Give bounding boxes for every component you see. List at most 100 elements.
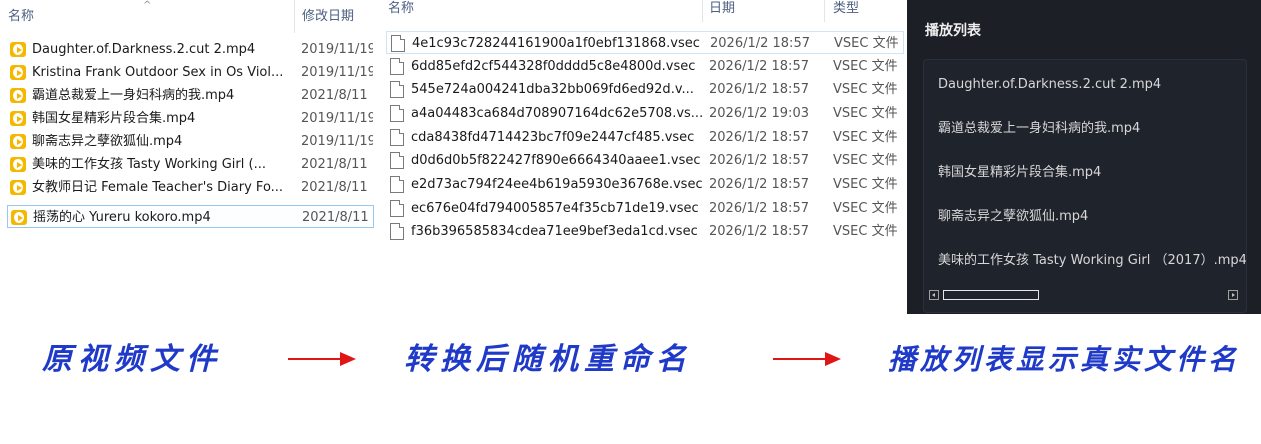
file-date: 2026/1/2 18:57 xyxy=(710,36,810,51)
file-row[interactable]: 6dd85efd2cf544328f0dddd5c8e4800d.vsec 20… xyxy=(386,55,904,78)
file-type: VSEC 文件 xyxy=(833,106,898,121)
file-row[interactable]: 女教师日记 Female Teacher's Diary Fo... 2021/… xyxy=(7,176,374,199)
file-name: 4e1c93c728244161900a1f0ebf131868.vsec xyxy=(412,36,700,51)
mp4-file-icon xyxy=(10,65,26,80)
document-file-icon xyxy=(390,200,404,217)
file-date: 2026/1/2 18:57 xyxy=(709,201,809,216)
file-row-selected[interactable]: 4e1c93c728244161900a1f0ebf131868.vsec 20… xyxy=(386,31,904,54)
document-file-icon xyxy=(390,176,404,193)
document-file-icon xyxy=(390,58,404,75)
file-row[interactable]: 聊斋志异之孽欲狐仙.mp4 2019/11/19 xyxy=(7,130,374,153)
document-file-icon xyxy=(390,129,404,146)
file-row[interactable]: d0d6d0b5f822427f890e6664340aaee1.vsec 20… xyxy=(386,149,904,172)
file-date: 2026/1/2 18:57 xyxy=(709,153,809,168)
column-divider[interactable] xyxy=(702,0,703,22)
playlist-item[interactable]: Daughter.of.Darkness.2.cut 2.mp4 xyxy=(938,74,1246,96)
file-date: 2026/1/2 18:57 xyxy=(709,59,809,74)
file-date: 2026/1/2 19:03 xyxy=(709,106,809,121)
file-date: 2019/11/19 xyxy=(301,42,373,57)
sort-ascending-icon: ^ xyxy=(143,0,152,11)
file-row[interactable]: e2d73ac794f24ee4b619a5930e36768e.vsec 20… xyxy=(386,173,904,196)
playlist-panel: 播放列表 Daughter.of.Darkness.2.cut 2.mp4 霸道… xyxy=(907,0,1261,314)
column-header-name[interactable]: 名称 xyxy=(8,0,34,33)
mp4-file-icon xyxy=(10,42,26,57)
playlist-item[interactable]: 美味的工作女孩 Tasty Working Girl （2017）.mp4 xyxy=(938,250,1246,272)
file-type: VSEC 文件 xyxy=(833,130,898,145)
column-header-name[interactable]: 名称 xyxy=(388,0,414,20)
file-row[interactable]: 美味的工作女孩 Tasty Working Girl (... 2021/8/1… xyxy=(7,153,374,176)
playlist-list: Daughter.of.Darkness.2.cut 2.mp4 霸道总裁爱上一… xyxy=(923,59,1247,313)
file-date: 2026/1/2 18:57 xyxy=(709,177,809,192)
column-header-modified-date[interactable]: 修改日期 xyxy=(302,0,354,33)
file-type: VSEC 文件 xyxy=(833,153,898,168)
file-row[interactable]: Daughter.of.Darkness.2.cut 2.mp4 2019/11… xyxy=(7,38,374,61)
file-date: 2019/11/19 xyxy=(301,111,373,126)
mp4-file-icon xyxy=(10,180,26,195)
file-date: 2026/1/2 18:57 xyxy=(709,224,809,239)
file-row[interactable]: cda8438fd4714423bc7f09e2447cf485.vsec 20… xyxy=(386,126,904,149)
file-row[interactable]: 霸道总裁爱上一身妇科病的我.mp4 2021/8/11 xyxy=(7,84,374,107)
file-type: VSEC 文件 xyxy=(833,201,898,216)
playlist-item[interactable]: 霸道总裁爱上一身妇科病的我.mp4 xyxy=(938,118,1246,140)
file-name: a4a04483ca684d708907164dc62e5708.vs... xyxy=(411,106,703,121)
column-header-date[interactable]: 日期 xyxy=(709,0,735,20)
playlist-item[interactable]: 聊斋志异之孽欲狐仙.mp4 xyxy=(938,206,1246,228)
file-name: 美味的工作女孩 Tasty Working Girl (... xyxy=(32,157,266,172)
file-name: 545e724a004241dba32bb069fd6ed92d.v... xyxy=(411,82,694,97)
file-date: 2026/1/2 18:57 xyxy=(709,130,809,145)
mp4-file-icon xyxy=(10,111,26,126)
file-date: 2019/11/19 xyxy=(301,134,373,149)
file-name: 韩国女星精彩片段合集.mp4 xyxy=(32,111,196,126)
file-date: 2026/1/2 18:57 xyxy=(709,82,809,97)
file-date: 2021/8/11 xyxy=(301,88,368,103)
file-name: cda8438fd4714423bc7f09e2447cf485.vsec xyxy=(411,130,695,145)
file-name: 霸道总裁爱上一身妇科病的我.mp4 xyxy=(32,88,235,103)
file-row[interactable]: ec676e04fd794005857e4f35cb71de19.vsec 20… xyxy=(386,197,904,220)
playlist-item[interactable]: 韩国女星精彩片段合集.mp4 xyxy=(938,162,1246,184)
file-name: 聊斋志异之孽欲狐仙.mp4 xyxy=(32,134,183,149)
file-row[interactable]: f36b396585834cdea71ee9bef3eda1cd.vsec 20… xyxy=(386,220,904,243)
file-name: 女教师日记 Female Teacher's Diary Fo... xyxy=(32,180,284,195)
file-name: 6dd85efd2cf544328f0dddd5c8e4800d.vsec xyxy=(411,59,696,74)
mp4-file-icon xyxy=(10,157,26,172)
original-files-pane: ^ 名称 修改日期 Daughter.of.Darkness.2.cut 2.m… xyxy=(0,0,378,232)
document-file-icon xyxy=(390,81,404,98)
file-row[interactable]: a4a04483ca684d708907164dc62e5708.vs... 2… xyxy=(386,102,904,125)
horizontal-scrollbar[interactable] xyxy=(927,289,1240,303)
document-file-icon xyxy=(390,105,404,122)
renamed-files-pane: 名称 日期 类型 4e1c93c728244161900a1f0ebf13186… xyxy=(383,0,904,250)
caption-playlist-real-names: 播放列表显示真实文件名 xyxy=(888,343,1241,376)
file-row[interactable]: 韩国女星精彩片段合集.mp4 2019/11/19 xyxy=(7,107,374,130)
document-file-icon xyxy=(390,152,404,169)
mp4-file-icon xyxy=(11,210,27,225)
file-date: 2021/8/11 xyxy=(301,157,368,172)
mp4-file-icon xyxy=(10,134,26,149)
file-date: 2021/8/11 xyxy=(302,210,369,225)
document-file-icon xyxy=(390,223,404,240)
scroll-left-icon[interactable] xyxy=(929,290,939,300)
mp4-file-icon xyxy=(10,88,26,103)
file-name: f36b396585834cdea71ee9bef3eda1cd.vsec xyxy=(411,224,698,239)
file-type: VSEC 文件 xyxy=(833,177,898,192)
file-date: 2021/8/11 xyxy=(301,180,368,195)
column-header-type[interactable]: 类型 xyxy=(833,0,859,20)
file-row[interactable]: 545e724a004241dba32bb069fd6ed92d.v... 20… xyxy=(386,78,904,101)
file-type: VSEC 文件 xyxy=(833,59,898,74)
scroll-right-icon[interactable] xyxy=(1228,290,1238,300)
right-arrow-icon xyxy=(773,352,841,366)
file-row-selected[interactable]: 摇荡的心 Yureru kokoro.mp4 2021/8/11 xyxy=(7,205,374,228)
document-file-icon xyxy=(391,35,405,52)
column-divider[interactable] xyxy=(824,0,825,22)
caption-random-rename: 转换后随机重命名 xyxy=(404,342,692,377)
file-row[interactable]: Kristina Frank Outdoor Sex in Os Viol...… xyxy=(7,61,374,84)
scrollbar-thumb[interactable] xyxy=(943,290,1039,300)
file-type: VSEC 文件 xyxy=(833,82,898,97)
file-name: ec676e04fd794005857e4f35cb71de19.vsec xyxy=(411,201,699,216)
playlist-title: 播放列表 xyxy=(925,23,981,39)
right-arrow-icon xyxy=(288,352,356,366)
column-divider[interactable] xyxy=(294,0,295,33)
file-name: e2d73ac794f24ee4b619a5930e36768e.vsec xyxy=(411,177,703,192)
caption-original-files: 原视频文件 xyxy=(42,342,222,377)
file-type: VSEC 文件 xyxy=(834,36,899,51)
file-name: Kristina Frank Outdoor Sex in Os Viol... xyxy=(32,65,284,80)
